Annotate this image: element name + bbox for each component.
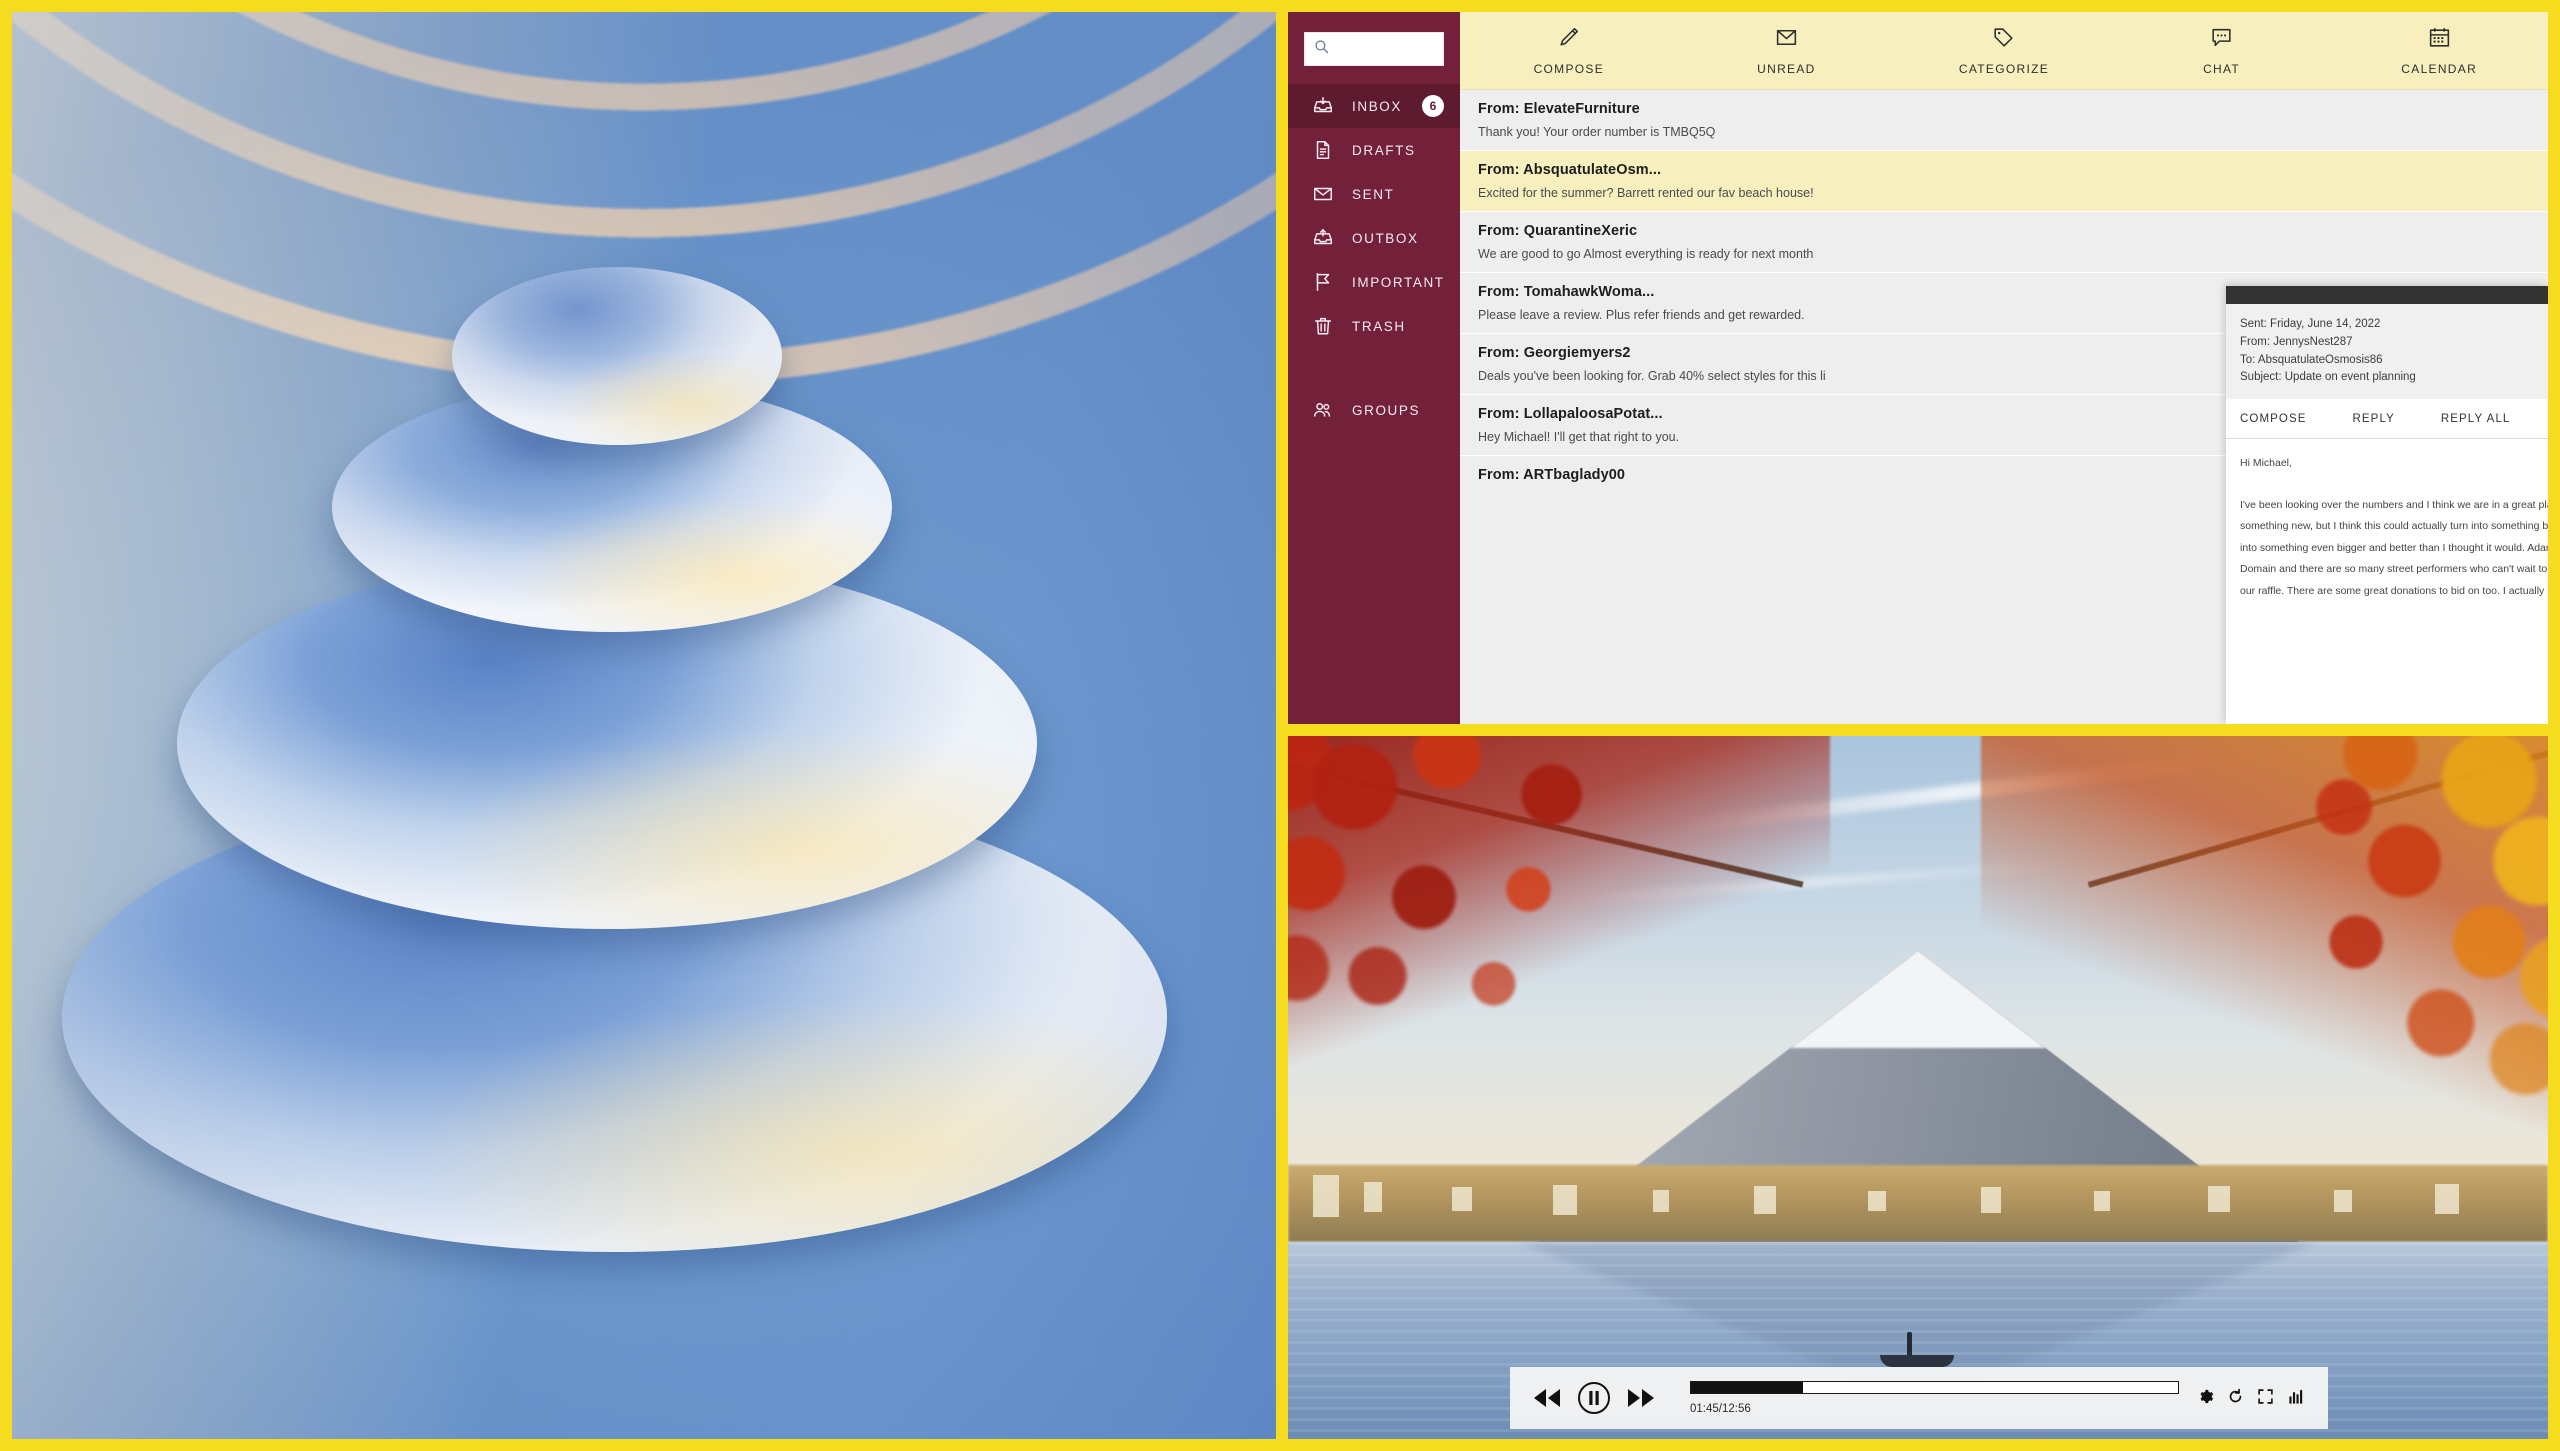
envelope-icon xyxy=(1310,181,1336,207)
inbox-icon xyxy=(1310,93,1336,119)
inbox-unread-badge: 6 xyxy=(1422,95,1444,117)
toolbar-label: CALENDAR xyxy=(2401,62,2478,76)
reading-pane-titlebar[interactable] xyxy=(2226,286,2548,304)
sidebar-nav-list: INBOX 6 DRAFTS SENT OUTBOX IMPORTANT TRA… xyxy=(1288,84,1460,432)
message-body-line: our raffle. There are some great donatio… xyxy=(2240,584,2548,597)
sidebar-item-drafts[interactable]: DRAFTS xyxy=(1288,128,1460,172)
tab-reply[interactable]: REPLY xyxy=(2353,413,2395,425)
playback-progress-area: 01:45/12:56 xyxy=(1690,1381,2179,1415)
message-list-item[interactable]: From: QuarantineXeric We are good to go … xyxy=(1460,212,2548,272)
fishing-boat xyxy=(1880,1354,1955,1367)
tab-reply-all[interactable]: REPLY ALL xyxy=(2441,413,2511,425)
trash-icon xyxy=(1310,313,1336,339)
sidebar-item-label: GROUPS xyxy=(1352,402,1421,418)
message-preview: Excited for the summer? Barrett rented o… xyxy=(1478,186,1814,200)
sidebar-item-inbox[interactable]: INBOX 6 xyxy=(1288,84,1460,128)
pencil-icon xyxy=(1556,25,1581,55)
message-preview: Thank you! Your order number is TMBQ5Q xyxy=(1478,125,1716,139)
search-icon xyxy=(1313,38,1330,60)
playback-time: 01:45/12:56 xyxy=(1690,1403,1751,1415)
fast-forward-icon[interactable] xyxy=(1626,1387,1656,1409)
message-body-line: Domain and there are so many street perf… xyxy=(2240,563,2548,576)
sidebar-item-outbox[interactable]: OUTBOX xyxy=(1288,216,1460,260)
message-list[interactable]: From: ElevateFurniture Thank you! Your o… xyxy=(1460,90,2548,724)
tag-icon xyxy=(1991,25,2016,55)
message-sender: From: AbsquatulateOsm... xyxy=(1478,162,1662,178)
toolbar-label: COMPOSE xyxy=(1533,62,1605,76)
message-list-item[interactable]: From: AbsquatulateOsm... Excited for the… xyxy=(1460,151,2548,211)
player-option-buttons xyxy=(2197,1388,2306,1409)
message-from: From: JennysNest287 xyxy=(2240,335,2353,348)
progress-bar[interactable] xyxy=(1690,1381,2179,1394)
replay-icon[interactable] xyxy=(2227,1388,2244,1405)
toolbar-categorize-button[interactable]: CATEGORIZE xyxy=(1895,25,2113,76)
message-body-line: something new, but I think this could ac… xyxy=(2240,520,2548,533)
equalizer-icon[interactable] xyxy=(2287,1388,2306,1405)
sidebar-item-groups[interactable]: GROUPS xyxy=(1288,388,1460,432)
sidebar-item-trash[interactable]: TRASH xyxy=(1288,304,1460,348)
search-container xyxy=(1288,12,1512,80)
sidebar-item-label: DRAFTS xyxy=(1352,142,1416,158)
mail-application-window: INBOX 6 DRAFTS SENT OUTBOX IMPORTANT TRA… xyxy=(1288,12,2548,724)
message-to: To: AbsquatulateOsmosis86 xyxy=(2240,353,2383,366)
sidebar-item-label: INBOX xyxy=(1352,98,1403,114)
message-sent-date: Sent: Friday, June 14, 2022 xyxy=(2240,318,2381,330)
reading-pane-body: Hi Michael, I've been looking over the n… xyxy=(2226,439,2548,602)
mail-content-area: COMPOSE UNREAD CATEGORIZE CHAT CALENDAR … xyxy=(1460,12,2548,724)
toolbar-label: UNREAD xyxy=(1757,62,1816,76)
fullscreen-icon[interactable] xyxy=(2257,1388,2274,1405)
progress-bar-fill xyxy=(1691,1382,1803,1393)
sidebar-item-important[interactable]: IMPORTANT xyxy=(1288,260,1460,304)
message-list-item[interactable]: From: ElevateFurniture Thank you! Your o… xyxy=(1460,90,2548,150)
sand-vignette xyxy=(12,12,1276,1439)
mail-sidebar: INBOX 6 DRAFTS SENT OUTBOX IMPORTANT TRA… xyxy=(1288,12,1512,724)
message-body-line: into something even bigger and better th… xyxy=(2240,541,2548,554)
calendar-icon xyxy=(2427,25,2452,55)
tab-compose[interactable]: COMPOSE xyxy=(2240,413,2307,425)
message-sender: From: ElevateFurniture xyxy=(1478,101,1640,117)
toolbar-compose-button[interactable]: COMPOSE xyxy=(1460,25,1678,76)
toolbar-unread-button[interactable]: UNREAD xyxy=(1678,25,1896,76)
outbox-icon xyxy=(1310,225,1336,251)
video-player-controls: 01:45/12:56 xyxy=(1510,1367,2328,1429)
sidebar-item-label: SENT xyxy=(1352,186,1395,202)
zen-stones-image-pane xyxy=(12,12,1276,1439)
desktop-canvas: INBOX 6 DRAFTS SENT OUTBOX IMPORTANT TRA… xyxy=(0,0,2560,1451)
search-box[interactable] xyxy=(1304,32,1512,66)
sidebar-item-sent[interactable]: SENT xyxy=(1288,172,1460,216)
message-subject: Subject: Update on event planning xyxy=(2240,371,2416,384)
reading-pane-action-tabs: COMPOSE REPLY REPLY ALL F xyxy=(2226,399,2548,440)
message-body-line: I've been looking over the numbers and I… xyxy=(2240,498,2548,511)
chat-bubble-icon xyxy=(2209,25,2234,55)
video-player-pane: 01:45/12:56 xyxy=(1288,736,2548,1439)
sidebar-item-label: OUTBOX xyxy=(1352,230,1419,246)
sidebar-item-label: TRASH xyxy=(1352,318,1406,334)
people-icon xyxy=(1310,397,1336,423)
toolbar-label: CHAT xyxy=(2203,62,2241,76)
reading-pane-metadata: Sent: Friday, June 14, 2022 From: Jennys… xyxy=(2226,304,2548,400)
sidebar-item-label: IMPORTANT xyxy=(1352,274,1445,290)
transport-controls xyxy=(1532,1380,1656,1416)
mail-toolbar: COMPOSE UNREAD CATEGORIZE CHAT CALENDAR xyxy=(1460,12,2548,90)
envelope-icon xyxy=(1774,25,1799,55)
drafts-icon xyxy=(1310,137,1336,163)
reading-pane: Sent: Friday, June 14, 2022 From: Jennys… xyxy=(2226,286,2548,724)
zen-stones-photo xyxy=(12,12,1276,1439)
message-preview: We are good to go Almost everything is r… xyxy=(1478,247,1814,261)
rewind-icon[interactable] xyxy=(1532,1387,1562,1409)
town-buildings xyxy=(1288,1168,2548,1231)
gear-icon[interactable] xyxy=(2197,1388,2214,1405)
toolbar-label: CATEGORIZE xyxy=(1958,62,2050,76)
pause-icon[interactable] xyxy=(1576,1380,1612,1416)
message-greeting: Hi Michael, xyxy=(2240,457,2292,470)
toolbar-calendar-button[interactable]: CALENDAR xyxy=(2330,25,2548,76)
toolbar-chat-button[interactable]: CHAT xyxy=(2113,25,2331,76)
message-sender: From: QuarantineXeric xyxy=(1478,223,1638,239)
mount-fuji-autumn-photo xyxy=(1288,736,2548,1439)
snow-cap xyxy=(1790,950,2046,1049)
flag-icon xyxy=(1310,269,1336,295)
